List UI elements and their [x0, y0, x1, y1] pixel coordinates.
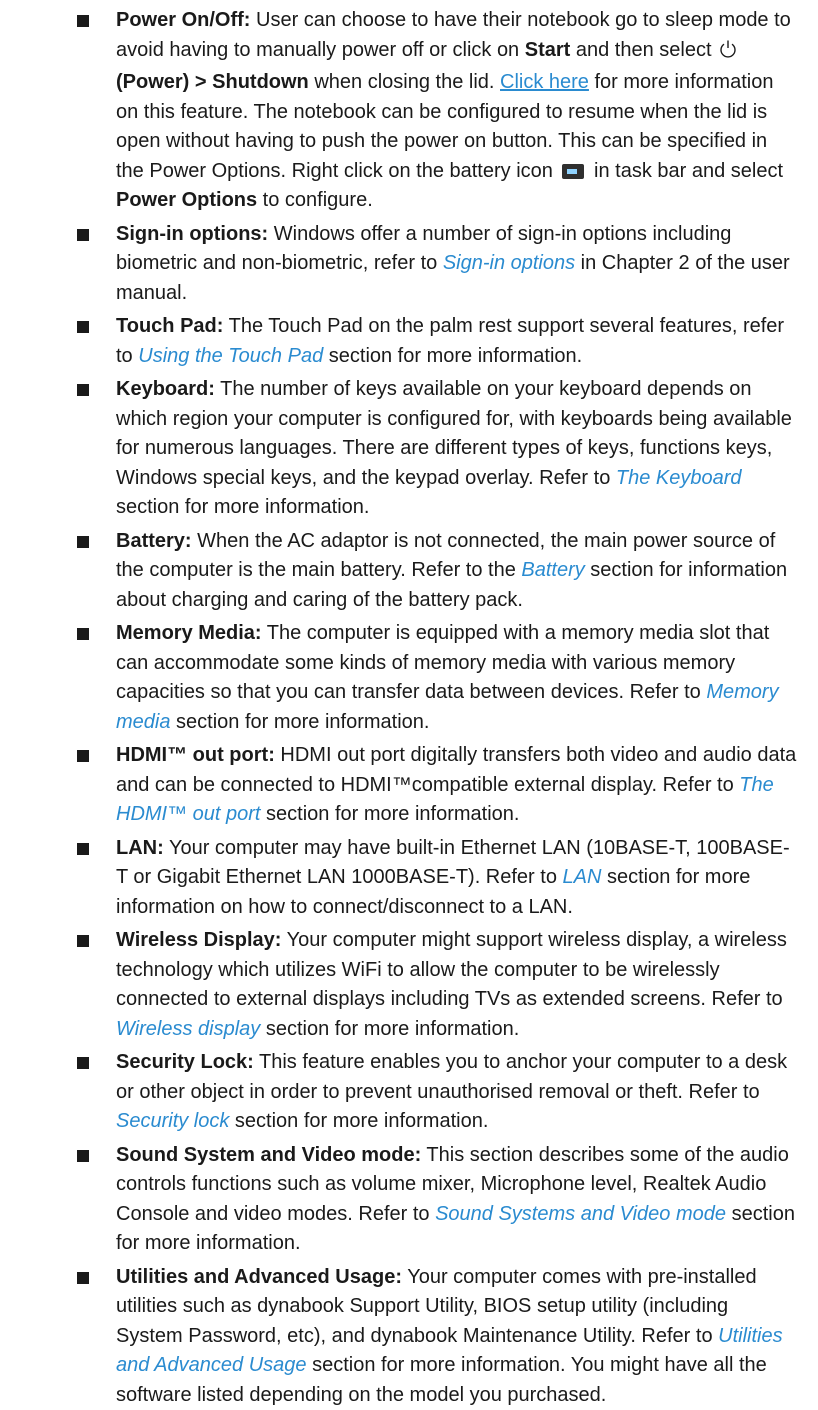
item-term: Security Lock: [116, 1051, 254, 1073]
lan-link[interactable]: LAN [563, 866, 602, 888]
list-item-hdmi: HDMI™ out port: HDMI out port digitally … [0, 741, 818, 830]
square-bullet-icon [77, 321, 89, 333]
item-term: Keyboard: [116, 378, 215, 400]
list-item-sound-video: Sound System and Video mode: This sectio… [0, 1141, 818, 1259]
security-lock-link[interactable]: Security lock [116, 1110, 229, 1132]
square-bullet-icon [77, 628, 89, 640]
square-bullet-icon [77, 935, 89, 947]
square-bullet-icon [77, 750, 89, 762]
feature-list: Power On/Off: User can choose to have th… [0, 6, 818, 1410]
power-shutdown-label: (Power) > Shutdown [116, 71, 309, 93]
list-item-memory-media: Memory Media: The computer is equipped w… [0, 619, 818, 737]
item-term: LAN: [116, 837, 164, 859]
sign-in-options-link[interactable]: Sign-in options [443, 252, 575, 274]
list-item-sign-in: Sign-in options: Windows offer a number … [0, 220, 818, 309]
square-bullet-icon [77, 536, 89, 548]
item-term: Power On/Off: [116, 9, 250, 31]
item-text: section for more information. [260, 803, 519, 825]
square-bullet-icon [77, 1150, 89, 1162]
power-icon [719, 39, 737, 69]
list-item-wireless-display: Wireless Display: Your computer might su… [0, 926, 818, 1044]
item-text: section for more information. [260, 1018, 519, 1040]
item-term: Sound System and Video mode: [116, 1144, 421, 1166]
item-text: when closing the lid. [309, 71, 500, 93]
square-bullet-icon [77, 1272, 89, 1284]
item-text: section for more information. [170, 711, 429, 733]
item-term: Memory Media: [116, 622, 262, 644]
list-item-keyboard: Keyboard: The number of keys available o… [0, 375, 818, 523]
square-bullet-icon [77, 15, 89, 27]
item-text: to configure. [257, 189, 373, 211]
keyboard-link[interactable]: The Keyboard [616, 467, 742, 489]
item-text: section for more information. [323, 345, 582, 367]
square-bullet-icon [77, 1057, 89, 1069]
list-item-power: Power On/Off: User can choose to have th… [0, 6, 818, 216]
square-bullet-icon [77, 384, 89, 396]
item-term: Touch Pad: [116, 315, 223, 337]
list-item-touch-pad: Touch Pad: The Touch Pad on the palm res… [0, 312, 818, 371]
battery-icon [562, 164, 584, 179]
square-bullet-icon [77, 843, 89, 855]
click-here-link[interactable]: Click here [500, 71, 589, 93]
wireless-display-link[interactable]: Wireless display [116, 1018, 260, 1040]
start-label: Start [525, 39, 571, 61]
item-text: section for more information. [116, 496, 369, 518]
item-term: Battery: [116, 530, 192, 552]
power-options-label: Power Options [116, 189, 257, 211]
item-text: in task bar and select [588, 160, 783, 182]
list-item-security-lock: Security Lock: This feature enables you … [0, 1048, 818, 1137]
sound-systems-link[interactable]: Sound Systems and Video mode [435, 1203, 726, 1225]
item-text: section for more information. [229, 1110, 488, 1132]
item-term: HDMI™ out port: [116, 744, 275, 766]
item-text: and then select [570, 39, 717, 61]
touch-pad-link[interactable]: Using the Touch Pad [138, 345, 323, 367]
battery-link[interactable]: Battery [521, 559, 584, 581]
square-bullet-icon [77, 229, 89, 241]
manual-page: Power On/Off: User can choose to have th… [0, 0, 818, 1384]
item-term: Utilities and Advanced Usage: [116, 1266, 402, 1288]
list-item-battery: Battery: When the AC adaptor is not conn… [0, 527, 818, 616]
item-term: Wireless Display: [116, 929, 281, 951]
list-item-utilities: Utilities and Advanced Usage: Your compu… [0, 1263, 818, 1410]
item-term: Sign-in options: [116, 223, 268, 245]
list-item-lan: LAN: Your computer may have built-in Eth… [0, 834, 818, 923]
